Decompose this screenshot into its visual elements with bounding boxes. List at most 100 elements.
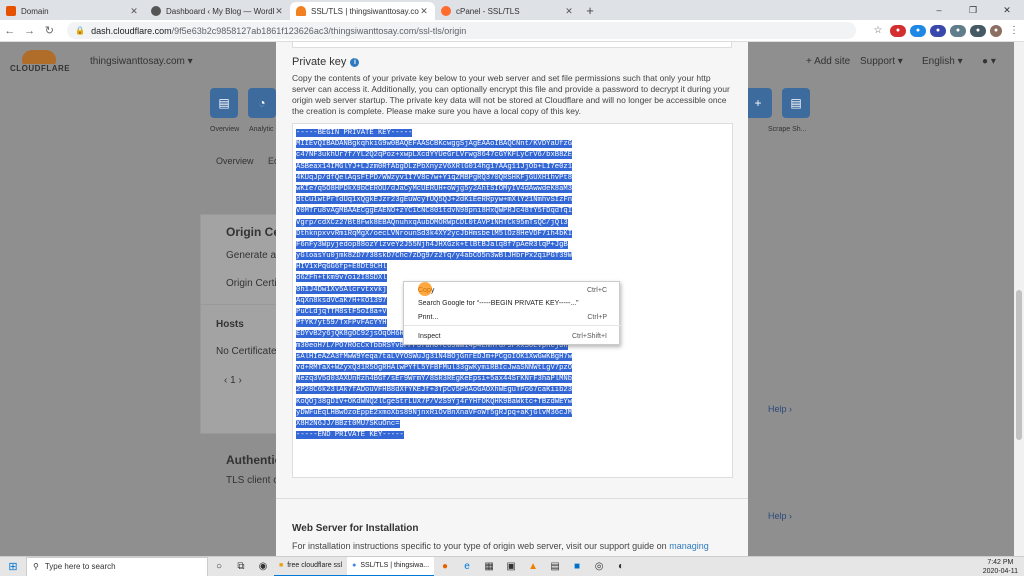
taskbar-app-label: SSL/TLS | thingsiwa... bbox=[360, 562, 430, 569]
subnav-overview[interactable]: Overview bbox=[216, 156, 254, 166]
nav-label-analytics[interactable]: Analytic bbox=[249, 126, 274, 133]
close-icon[interactable]: ✕ bbox=[419, 6, 429, 17]
key-line: -----END PRIVATE KEY----- bbox=[296, 430, 572, 441]
origin-ce-heading: Origin Ce bbox=[226, 225, 281, 239]
close-icon[interactable]: ✕ bbox=[274, 6, 284, 17]
firefox-icon[interactable]: ● bbox=[434, 557, 456, 576]
key-line: 4KUqJp/dfQelAqsFtPD/WWzyv1I7V8c7w+YiqZMB… bbox=[296, 173, 573, 184]
managing-link[interactable]: managing bbox=[669, 541, 709, 551]
nav-label-scrape-shield[interactable]: Scrape Sh... bbox=[768, 126, 807, 133]
extension-icon[interactable]: ● bbox=[950, 24, 966, 37]
app-icon[interactable]: ▤ bbox=[544, 557, 566, 576]
key-line-text: vd+RMTaX+WZyxQ31R5OgRHAlwPYfL5YFBFMul33g… bbox=[296, 363, 573, 372]
nav-label-overview[interactable]: Overview bbox=[210, 126, 239, 133]
pager[interactable]: ‹ 1 › bbox=[224, 375, 242, 386]
star-icon[interactable]: ☆ bbox=[870, 25, 886, 37]
add-site-link[interactable]: + Add site bbox=[806, 56, 850, 67]
key-line-text: sAlHIeAZA3fMwW9Yeqa7taLVYOSWuJg31N4BOjGn… bbox=[296, 352, 573, 361]
back-icon[interactable]: ← bbox=[0, 25, 20, 37]
page-scrollbar[interactable] bbox=[1014, 42, 1024, 556]
maximize-icon[interactable]: ❐ bbox=[956, 0, 990, 20]
mouse-cursor-icon bbox=[418, 282, 432, 296]
task-view-icon[interactable]: ⧉ bbox=[230, 557, 252, 576]
key-line: dtCu1wtPrTdUq1xQgkEJzr23gEuWcyTUQ5QJ+2dK… bbox=[296, 195, 573, 206]
taskbar-app-explorer[interactable]: ■ free cloudflare ssl bbox=[274, 557, 348, 576]
key-line-text: wKIe7q5O8HPDkX9bCEROU/dJaCyMcUERUH+oWjg5… bbox=[296, 184, 573, 193]
tab-ssl-tls[interactable]: SSL/TLS | thingsiwanttosay.com | Ac ✕ bbox=[290, 2, 435, 20]
site-selector[interactable]: thingsiwanttosay.com ▾ bbox=[90, 56, 193, 67]
context-separator bbox=[404, 325, 621, 326]
clock-time: 7:42 PM bbox=[987, 559, 1014, 566]
close-icon[interactable]: ✕ bbox=[129, 6, 139, 17]
wordpress-favicon-icon bbox=[151, 6, 161, 16]
analytics-icon[interactable]: ◔ bbox=[248, 88, 276, 118]
context-item-search-google[interactable]: Search Google for “-----BEGIN PRIVATE KE… bbox=[404, 297, 621, 309]
key-line-text: X8H2N6JJ/BBzt0MU7SKuOnc= bbox=[296, 419, 400, 428]
key-line-text: 4KUqJp/dfQelAqsFtPD/WWzyv1I7V8c7w+YiqZMB… bbox=[296, 173, 573, 182]
authentic-heading: Authentic bbox=[226, 453, 282, 467]
forward-icon[interactable]: → bbox=[20, 25, 40, 37]
web-server-description: For installation instructions specific t… bbox=[292, 541, 709, 551]
avatar[interactable]: ● bbox=[990, 24, 1002, 37]
extension-icon[interactable]: ● bbox=[970, 24, 986, 37]
cortana-icon[interactable]: ○ bbox=[208, 557, 230, 576]
app-icon[interactable]: ◎ bbox=[588, 557, 610, 576]
app-icon[interactable]: ▣ bbox=[500, 557, 522, 576]
key-line: c47NF3ukhUr7f/YL2Q2qPoz+xwpLXcdYYUeGrLVr… bbox=[296, 150, 573, 161]
tab-cpanel[interactable]: cPanel - SSL/TLS ✕ bbox=[435, 2, 580, 20]
windows-taskbar: ⊞ ⚲ Type here to search ○ ⧉ ◉ ■ free clo… bbox=[0, 556, 1024, 576]
calculator-icon[interactable]: ▦ bbox=[478, 557, 500, 576]
vlc-icon[interactable]: ▲ bbox=[522, 557, 544, 576]
context-item-inspect[interactable]: Inspect Ctrl+Shift+I bbox=[404, 330, 621, 342]
cloudflare-logo[interactable]: CLOUDFLARE bbox=[10, 50, 70, 73]
support-menu[interactable]: Support ▾ bbox=[860, 56, 903, 67]
overview-icon[interactable]: ▤ bbox=[210, 88, 238, 118]
key-line-text: KoQOj38gDIV+OKdWNQ2lCgeStrLUX7P/V2S9Yj4r… bbox=[296, 397, 573, 406]
no-certificates-text: No Certificates bbox=[216, 346, 282, 357]
app-icon[interactable]: ◉ bbox=[252, 557, 274, 576]
context-item-shortcut: Ctrl+Shift+I bbox=[571, 332, 607, 340]
key-line: KoQOj38gDIV+OKdWNQ2lCgeStrLUX7P/V2S9Yj4r… bbox=[296, 397, 573, 408]
browser-toolbar: ← → ↻ 🔒 dash.cloudflare.com /9f5e63b2c98… bbox=[0, 20, 1024, 42]
close-window-icon[interactable]: ✕ bbox=[990, 0, 1024, 20]
context-item-print[interactable]: Print... Ctrl+P bbox=[404, 311, 621, 323]
extension-icon[interactable]: ● bbox=[930, 24, 946, 37]
taskbar-app-label: free cloudflare ssl bbox=[287, 562, 343, 569]
lock-icon: 🔒 bbox=[75, 26, 86, 35]
menu-icon[interactable]: ⋮ bbox=[1006, 25, 1022, 37]
search-icon: ⚲ bbox=[33, 562, 39, 571]
taskbar-app-chrome[interactable]: ● SSL/TLS | thingsiwa... bbox=[347, 556, 435, 576]
adblock-icon[interactable]: ● bbox=[890, 24, 906, 37]
key-line-text: Nezq3V5d03AXUnRzh4BGf/sEr9WrmY/8SR3REgKe… bbox=[296, 375, 573, 384]
language-menu[interactable]: English ▾ bbox=[922, 56, 963, 67]
windows-start-icon[interactable]: ⊞ bbox=[0, 560, 26, 573]
info-icon[interactable]: i bbox=[350, 57, 360, 67]
key-line: vd+RMTaX+WZyxQ31R5OgRHAlwPYfL5YFBFMul33g… bbox=[296, 363, 573, 374]
new-tab-button[interactable]: + bbox=[580, 2, 600, 20]
extension-icon[interactable]: ● bbox=[910, 24, 926, 37]
add-icon[interactable]: + bbox=[744, 88, 772, 118]
tab-wordpress[interactable]: Dashboard ‹ My Blog — WordPress ✕ bbox=[145, 2, 290, 20]
folder-icon: ■ bbox=[279, 562, 284, 569]
scrollbar-thumb[interactable] bbox=[1016, 290, 1022, 440]
account-menu[interactable]: ● ▾ bbox=[982, 56, 996, 67]
help-link[interactable]: Help › bbox=[768, 511, 792, 521]
context-item-copy[interactable]: Copy Ctrl+C bbox=[404, 284, 621, 296]
tab-strip: Domain ✕ Dashboard ‹ My Blog — WordPress… bbox=[0, 0, 1024, 20]
tab-domain[interactable]: Domain ✕ bbox=[0, 2, 145, 20]
context-item-label: Print... bbox=[418, 313, 439, 321]
section-divider bbox=[276, 498, 748, 499]
previous-field-edge bbox=[292, 42, 732, 48]
app-icon[interactable]: ◐ bbox=[610, 557, 632, 576]
taskbar-search[interactable]: ⚲ Type here to search bbox=[26, 556, 208, 576]
help-link[interactable]: Help › bbox=[768, 404, 792, 414]
domain-favicon-icon bbox=[6, 6, 16, 16]
address-bar[interactable]: 🔒 dash.cloudflare.com /9f5e63b2c9858127a… bbox=[67, 22, 856, 39]
minimize-icon[interactable]: – bbox=[922, 0, 956, 20]
close-icon[interactable]: ✕ bbox=[564, 6, 574, 17]
scrape-shield-icon[interactable]: ▤ bbox=[782, 88, 810, 118]
edge-icon[interactable]: e bbox=[456, 557, 478, 576]
system-clock[interactable]: 7:42 PM 2020-04-11 bbox=[983, 558, 1018, 576]
outlook-icon[interactable]: ■ bbox=[566, 557, 588, 576]
reload-icon[interactable]: ↻ bbox=[39, 24, 59, 37]
